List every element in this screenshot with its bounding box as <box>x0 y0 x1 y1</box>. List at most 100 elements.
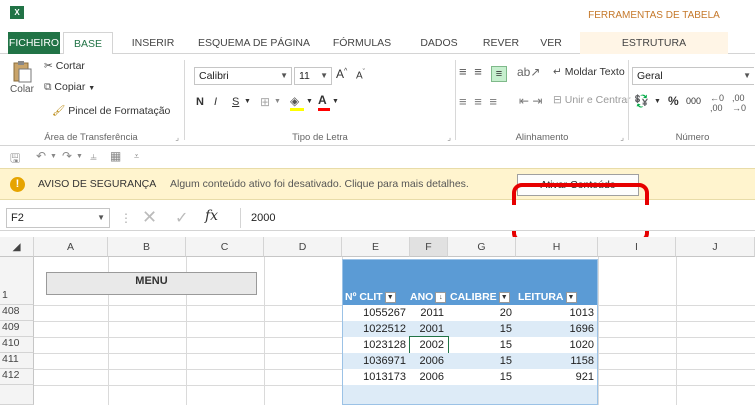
undo-icon[interactable]: ↶ <box>36 149 46 163</box>
chevron-down-icon[interactable]: ▼ <box>76 153 83 160</box>
italic-button[interactable]: I <box>214 96 217 108</box>
column-header-f[interactable]: F <box>410 237 448 257</box>
tab-home[interactable]: BASE <box>63 32 113 55</box>
wrap-text-button[interactable]: ↵ Moldar Texto <box>553 66 625 78</box>
cell-client[interactable]: 1022512 <box>342 321 410 337</box>
cancel-icon[interactable]: ✕ <box>142 207 157 228</box>
cell-caliber[interactable]: 15 <box>448 369 516 385</box>
table-header-year[interactable]: ANO ↓ <box>410 289 447 305</box>
align-bottom-button[interactable]: ≡ <box>491 66 507 82</box>
menu-button[interactable]: MENU <box>46 272 257 295</box>
indent-icons[interactable]: ⇤ ⇥ <box>519 94 542 108</box>
row-header[interactable]: 412 <box>0 369 34 385</box>
column-header-e[interactable]: E <box>342 237 410 257</box>
row-header[interactable]: 408 <box>0 305 34 321</box>
tab-formulas[interactable]: FÓRMULAS <box>328 32 396 54</box>
cell-client[interactable]: 1023128 <box>342 337 410 353</box>
security-message[interactable]: Algum conteúdo ativo foi desativado. Cli… <box>170 178 469 190</box>
chevron-down-icon[interactable]: ▼ <box>332 98 339 105</box>
save-icon[interactable]: 🖫 <box>10 149 20 170</box>
chevron-down-icon[interactable]: ▼ <box>306 98 313 105</box>
tab-file[interactable]: FICHEIRO <box>8 32 60 54</box>
select-all-corner[interactable]: ◢ <box>0 237 34 257</box>
tab-view[interactable]: VER <box>535 32 567 54</box>
redo-icon[interactable]: ↷ <box>62 149 72 163</box>
fill-color-button[interactable]: ◈ <box>290 94 304 111</box>
number-format-select[interactable]: Geral ▼ <box>632 67 754 85</box>
tab-insert[interactable]: INSERIR <box>127 32 179 54</box>
table-header-caliber[interactable]: CALIBRE ▼ <box>450 289 510 305</box>
formula-input[interactable]: 2000 <box>240 208 750 228</box>
table-header-reading[interactable]: LEITURA ▼ <box>518 289 577 305</box>
decrease-decimal-icon[interactable]: ,00 →0 <box>732 93 746 113</box>
currency-icon[interactable]: 💱 <box>634 94 649 108</box>
dialog-launcher-icon[interactable]: ⌟ <box>175 133 179 142</box>
row-header[interactable]: 411 <box>0 353 34 369</box>
bold-button[interactable]: N <box>196 96 204 108</box>
cell-year[interactable]: 2006 <box>410 353 448 369</box>
cell-client[interactable]: 1013173 <box>342 369 410 385</box>
column-header-i[interactable]: I <box>598 237 676 257</box>
column-header-d[interactable]: D <box>264 237 342 257</box>
chevron-down-icon[interactable]: ▼ <box>244 98 251 105</box>
format-painter-button[interactable]: 🖌 Pincel de Formatação <box>52 104 170 117</box>
cell-reading[interactable]: 1020 <box>516 337 598 353</box>
font-size-select[interactable]: 11 ▼ <box>294 67 332 85</box>
cell-caliber[interactable]: 15 <box>448 353 516 369</box>
customize-qat-icon[interactable]: ⩡ <box>134 151 139 162</box>
border-icon[interactable]: ⊞ <box>260 95 270 109</box>
cell-client[interactable]: 1036971 <box>342 353 410 369</box>
form-icon[interactable]: ▦ <box>110 149 121 163</box>
cell-caliber[interactable]: 20 <box>448 305 516 321</box>
font-color-button[interactable]: A <box>318 93 330 111</box>
cell-reading[interactable]: 1158 <box>516 353 598 369</box>
cell-caliber[interactable]: 15 <box>448 337 516 353</box>
cell-reading[interactable]: 921 <box>516 369 598 385</box>
font-name-select[interactable]: Calibri ▼ <box>194 67 292 85</box>
paste-button[interactable]: Colar <box>6 60 38 95</box>
row-header[interactable] <box>0 385 34 405</box>
filter-dropdown-icon[interactable]: ▼ <box>384 291 396 303</box>
name-box[interactable]: F2 ▼ <box>6 208 110 228</box>
cell-year[interactable]: 2011 <box>410 305 448 321</box>
column-header-a[interactable]: A <box>34 237 108 257</box>
grow-font-button[interactable]: A^ <box>336 67 347 81</box>
cell-reading[interactable]: 1013 <box>516 305 598 321</box>
cell-caliber[interactable]: 15 <box>448 321 516 337</box>
chart-icon[interactable]: ⫨ <box>90 149 97 164</box>
copy-button[interactable]: ⧉ Copiar ▼ <box>44 81 95 94</box>
cell-client[interactable]: 1055267 <box>342 305 410 321</box>
vertical-align-icons[interactable]: ≡ ≡ <box>459 64 484 79</box>
filter-dropdown-icon[interactable]: ▼ <box>498 291 510 303</box>
chevron-down-icon[interactable]: ▼ <box>50 153 57 160</box>
enter-icon[interactable]: ✓ <box>175 208 188 228</box>
chevron-down-icon[interactable]: ▼ <box>654 98 661 105</box>
percent-button[interactable]: % <box>668 94 679 108</box>
thousands-button[interactable]: 000 <box>686 96 701 106</box>
row-header[interactable]: 410 <box>0 337 34 353</box>
increase-decimal-icon[interactable]: ←0,00 <box>710 93 724 113</box>
column-header-j[interactable]: J <box>676 237 755 257</box>
row-header[interactable]: 409 <box>0 321 34 337</box>
underline-button[interactable]: S <box>232 96 239 108</box>
tab-review[interactable]: REVER <box>479 32 523 54</box>
cut-button[interactable]: ✂ Cortar <box>44 60 85 72</box>
sort-filter-icon[interactable]: ↓ <box>435 291 447 303</box>
dialog-launcher-icon[interactable]: ⌟ <box>447 133 451 142</box>
cell-year-selected[interactable]: 2002 <box>409 336 449 354</box>
orientation-icon[interactable]: ab↗ <box>517 65 540 79</box>
tab-data[interactable]: DADOS <box>414 32 464 54</box>
cell-year[interactable]: 2001 <box>410 321 448 337</box>
row-header[interactable]: 1 <box>0 257 34 305</box>
column-header-h[interactable]: H <box>516 237 598 257</box>
shrink-font-button[interactable]: Aˇ <box>356 69 365 81</box>
tab-design[interactable]: ESTRUTURA <box>580 32 728 54</box>
filter-dropdown-icon[interactable]: ▼ <box>565 291 577 303</box>
column-header-c[interactable]: C <box>186 237 264 257</box>
column-header-b[interactable]: B <box>108 237 186 257</box>
dialog-launcher-icon[interactable]: ⌟ <box>620 133 624 142</box>
cell-year[interactable]: 2006 <box>410 369 448 385</box>
tab-page-layout[interactable]: ESQUEMA DE PÁGINA <box>195 32 313 54</box>
insert-function-button[interactable]: fx <box>205 208 218 224</box>
horizontal-align-icons[interactable]: ≡ ≡ ≡ <box>459 94 499 109</box>
